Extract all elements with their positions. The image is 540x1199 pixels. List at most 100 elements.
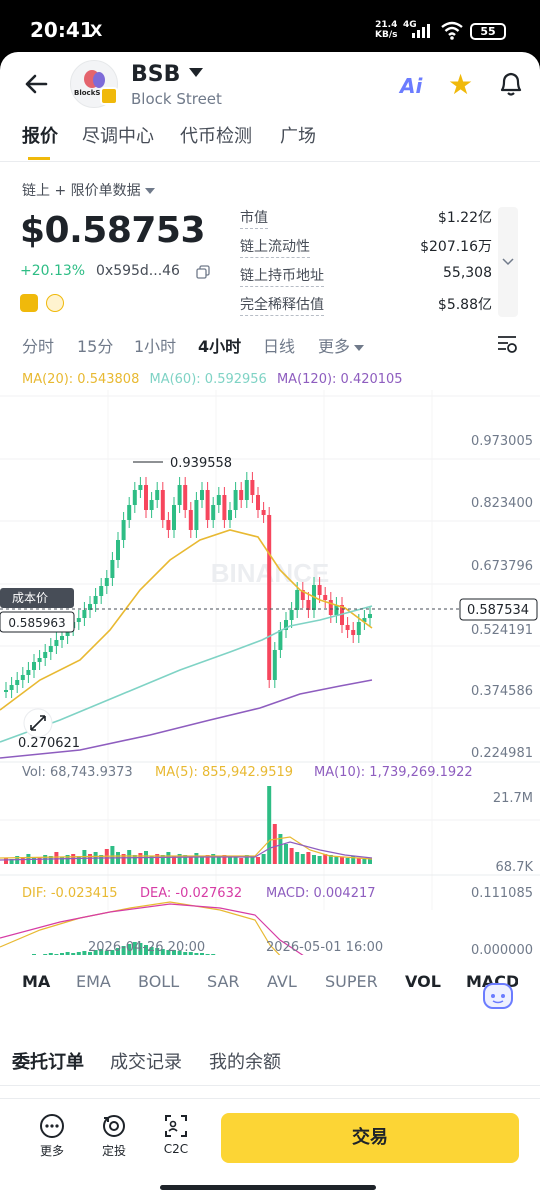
volume-bar xyxy=(188,857,193,864)
tab-token-check[interactable]: 代币检测 xyxy=(180,122,252,148)
candle-body xyxy=(99,586,104,596)
macd-bar xyxy=(54,954,59,955)
bell-icon[interactable] xyxy=(498,70,524,98)
alpha-badge-icon[interactable] xyxy=(46,294,64,312)
price-axis-label: 0.973005 xyxy=(471,434,533,449)
indicator-tab[interactable]: AVL xyxy=(267,972,297,991)
tab-square[interactable]: 广场 xyxy=(280,122,316,148)
dca-button[interactable]: 定投 xyxy=(94,1113,134,1159)
interval-tab[interactable]: 1小时 xyxy=(134,333,176,357)
ma20-label: MA(20): 0.543808 xyxy=(22,372,140,387)
c2c-icon xyxy=(165,1115,187,1137)
candle-body xyxy=(15,680,20,685)
ai-icon[interactable]: Ai xyxy=(400,74,422,98)
tab-quote[interactable]: 报价 xyxy=(22,122,58,148)
indicator-tab[interactable]: MA xyxy=(22,972,50,991)
interval-tab[interactable]: 15分 xyxy=(77,333,113,357)
stat-label: 链上持币地址 xyxy=(240,265,324,287)
ma-legend: MA(20): 0.543808 MA(60): 0.592956 MA(120… xyxy=(22,372,403,387)
indicator-tab[interactable]: SAR xyxy=(207,972,240,991)
candle-body xyxy=(76,618,81,622)
indicator-tab[interactable]: VOL xyxy=(405,972,441,991)
assistant-bot-icon[interactable] xyxy=(480,978,516,1012)
x-app-icon: X xyxy=(90,21,103,40)
candle-body xyxy=(351,630,356,635)
token-name: Block Street xyxy=(131,90,222,108)
back-arrow-icon[interactable] xyxy=(22,70,50,98)
caret-down-icon xyxy=(144,188,155,194)
high-price-label: 0.939558 xyxy=(170,456,232,471)
vol-ma10-label: MA(10): 1,739,269.1922 xyxy=(314,765,473,780)
tab-balance[interactable]: 我的余额 xyxy=(209,1048,281,1074)
candle-body xyxy=(295,590,300,610)
c2c-label: C2C xyxy=(163,1142,189,1156)
interval-tab[interactable]: 分时 xyxy=(22,333,54,357)
macd-bar xyxy=(65,952,70,955)
stat-label: 完全稀释估值 xyxy=(240,294,324,316)
copy-icon[interactable] xyxy=(196,265,210,279)
volume-bar xyxy=(289,848,294,864)
candle-body xyxy=(177,485,182,505)
binance-badge-icon[interactable] xyxy=(20,294,38,312)
more-icon xyxy=(40,1114,64,1138)
volume-bar xyxy=(256,857,260,864)
macd-bar xyxy=(48,953,53,955)
indicator-tab[interactable]: EMA xyxy=(76,972,111,991)
zoom-icon[interactable] xyxy=(23,708,53,738)
c2c-button[interactable]: C2C xyxy=(156,1113,196,1156)
status-time: 20:41 xyxy=(30,18,94,42)
candle-body xyxy=(267,515,272,680)
dif-label: DIF: -0.023415 xyxy=(22,886,118,901)
star-icon[interactable]: ★ xyxy=(448,68,473,101)
volume-bar xyxy=(54,852,59,864)
interval-more[interactable]: 更多 xyxy=(318,333,365,357)
caret-down-icon[interactable] xyxy=(189,68,203,77)
candle-body xyxy=(127,505,132,520)
token-symbol[interactable]: BSB xyxy=(131,62,180,87)
price-chart[interactable]: BINANCE 0.587534 成本价 0.585963 0.939558 0… xyxy=(0,390,540,955)
contract-address: 0x595d...46 xyxy=(96,263,180,279)
macd-bar xyxy=(82,951,87,955)
candle-body xyxy=(278,630,283,650)
volume-bar xyxy=(317,856,322,864)
volume-bar xyxy=(4,858,8,864)
tab-open-orders[interactable]: 委托订单 xyxy=(12,1048,84,1074)
trade-button[interactable]: 交易 xyxy=(221,1113,519,1163)
candle-body xyxy=(172,505,176,530)
candle-body xyxy=(289,610,294,620)
price-axis-label: 0.524191 xyxy=(471,623,533,638)
tab-research[interactable]: 尽调中心 xyxy=(82,122,154,148)
more-button[interactable]: 更多 xyxy=(32,1113,72,1159)
price-axis-label: 0.823400 xyxy=(471,496,533,511)
network-rate: 21.4 KB/s xyxy=(375,20,398,40)
stat-label: 链上流动性 xyxy=(240,236,310,258)
vol-label: Vol: 68,743.9373 xyxy=(22,765,133,780)
volume-bar xyxy=(138,853,143,864)
candle-body xyxy=(9,685,14,690)
volume-bar xyxy=(110,846,115,864)
tab-trade-history[interactable]: 成交记录 xyxy=(110,1048,182,1074)
volume-bar xyxy=(267,786,272,864)
macd-bar xyxy=(71,953,76,955)
volume-bar xyxy=(127,850,132,864)
vol-ma5-label: MA(5): 855,942.9519 xyxy=(155,765,293,780)
tab-indicator xyxy=(28,157,50,160)
interval-tabs: 分时 15分 1小时 4小时 日线 更多 xyxy=(0,330,540,360)
vol-axis-label: 21.7M xyxy=(493,791,533,806)
indicator-tab[interactable]: BOLL xyxy=(138,972,179,991)
indicator-tab[interactable]: SUPER xyxy=(325,972,378,991)
interval-tab-active[interactable]: 4小时 xyxy=(198,333,241,357)
low-price-label: 0.270621 xyxy=(18,736,80,751)
stats-expand-button[interactable] xyxy=(498,207,518,317)
interval-tab[interactable]: 日线 xyxy=(263,333,295,357)
stat-value: $1.22亿 xyxy=(437,210,492,226)
volume-bar xyxy=(345,858,350,864)
price-axis-label: 0.673796 xyxy=(471,559,533,574)
candle-body xyxy=(32,662,36,670)
volume-bar xyxy=(228,857,232,864)
candle-body xyxy=(317,585,322,595)
data-source-dropdown[interactable]: 链上 + 限价单数据 xyxy=(22,180,155,200)
chart-settings-icon[interactable] xyxy=(496,334,518,354)
candle-body xyxy=(256,495,260,510)
volume-bar xyxy=(300,854,305,864)
